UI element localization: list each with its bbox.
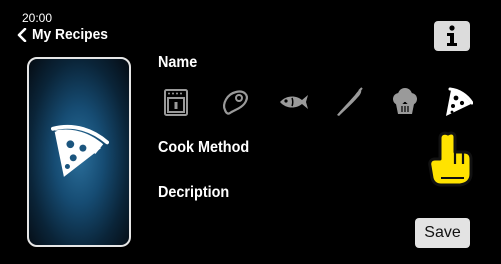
- recipe-edit-screen: 20:00 My Recipes Name Cook Method Decrip…: [0, 0, 501, 264]
- info-icon: [447, 25, 457, 46]
- meat-icon: [223, 90, 248, 115]
- info-button[interactable]: [434, 21, 470, 51]
- touch-cursor: [424, 130, 476, 190]
- oven-icon: [164, 89, 188, 116]
- fish-category-button[interactable]: [278, 86, 310, 118]
- oven-category-button[interactable]: [160, 86, 192, 118]
- pizza-icon: [51, 124, 109, 177]
- chevron-left-icon: [17, 27, 27, 42]
- vegetable-category-button[interactable]: [333, 86, 365, 118]
- meat-category-button[interactable]: [219, 86, 251, 118]
- description-label: Decription: [158, 184, 230, 201]
- clock: 20:00: [22, 11, 53, 25]
- save-button[interactable]: Save: [415, 218, 470, 248]
- name-label: Name: [158, 54, 198, 71]
- hand-pointer-icon: [428, 131, 473, 187]
- fish-icon: [280, 95, 308, 109]
- page-title: My Recipes: [32, 26, 108, 43]
- pizza-category-button[interactable]: [441, 86, 474, 118]
- cook-method-label: Cook Method: [158, 139, 250, 156]
- recipe-preview-image: [27, 57, 131, 247]
- back-button[interactable]: My Recipes: [16, 27, 115, 42]
- cake-icon: [393, 88, 417, 114]
- vegetable-icon: [337, 87, 363, 116]
- pizza-icon: [446, 87, 474, 116]
- cake-category-button[interactable]: [389, 86, 421, 118]
